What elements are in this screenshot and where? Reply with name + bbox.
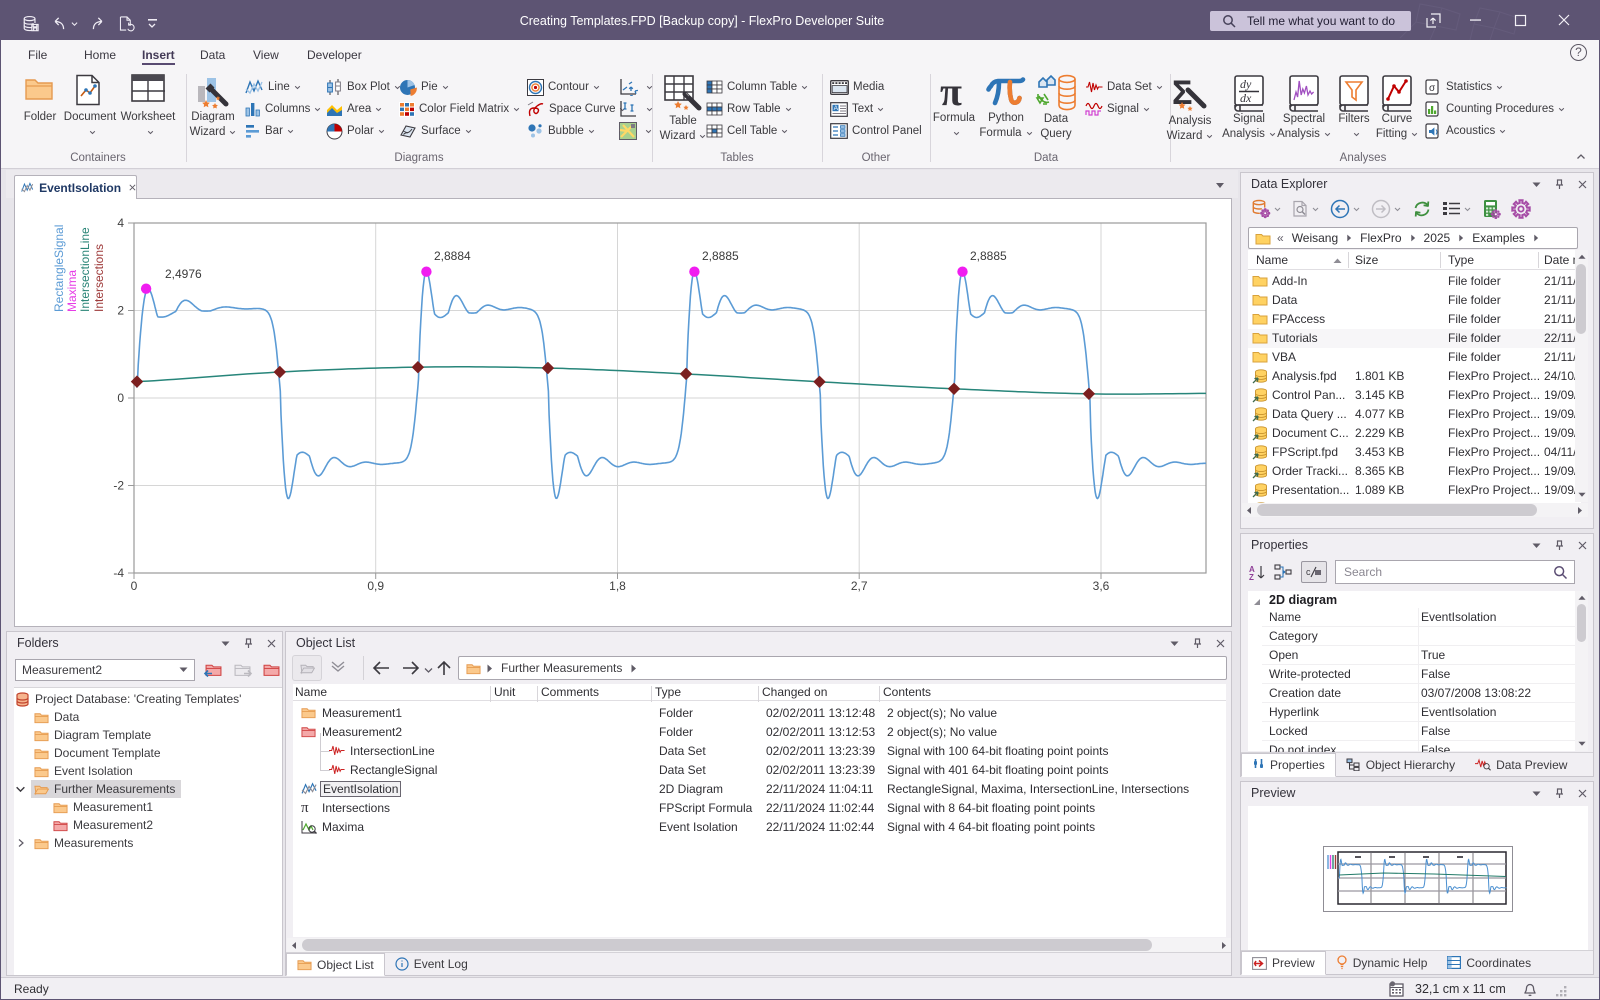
svg-text:2,8885: 2,8885 xyxy=(970,249,1007,263)
svg-text:dx: dx xyxy=(1240,91,1252,105)
svg-text:RectangleSignal: RectangleSignal xyxy=(52,225,66,312)
svg-text:0: 0 xyxy=(117,391,124,405)
svg-text:0,9: 0,9 xyxy=(367,579,384,593)
svg-text:Maxima: Maxima xyxy=(65,270,79,312)
svg-text:σ: σ xyxy=(1429,83,1436,94)
svg-text:π: π xyxy=(301,801,309,814)
svg-text:3,6: 3,6 xyxy=(1093,579,1110,593)
svg-text:4: 4 xyxy=(117,216,124,230)
svg-text:0: 0 xyxy=(131,579,138,593)
svg-text:-4: -4 xyxy=(113,566,124,580)
svg-text:2,8884: 2,8884 xyxy=(434,249,471,263)
svg-text:Z: Z xyxy=(1249,573,1254,581)
svg-text:c: c xyxy=(1306,567,1311,577)
svg-text:2,4976: 2,4976 xyxy=(165,267,202,281)
svg-text:Intersections: Intersections xyxy=(92,244,106,312)
svg-text:2,7: 2,7 xyxy=(851,579,868,593)
svg-text:dy: dy xyxy=(1240,77,1252,91)
svg-text:-2: -2 xyxy=(113,479,124,493)
svg-text:2,8885: 2,8885 xyxy=(702,249,739,263)
svg-text:IntersectionLine: IntersectionLine xyxy=(78,227,92,312)
svg-text:π: π xyxy=(940,74,962,110)
svg-text:2: 2 xyxy=(117,304,124,318)
svg-text:1,8: 1,8 xyxy=(609,579,626,593)
svg-text:A: A xyxy=(834,105,839,112)
